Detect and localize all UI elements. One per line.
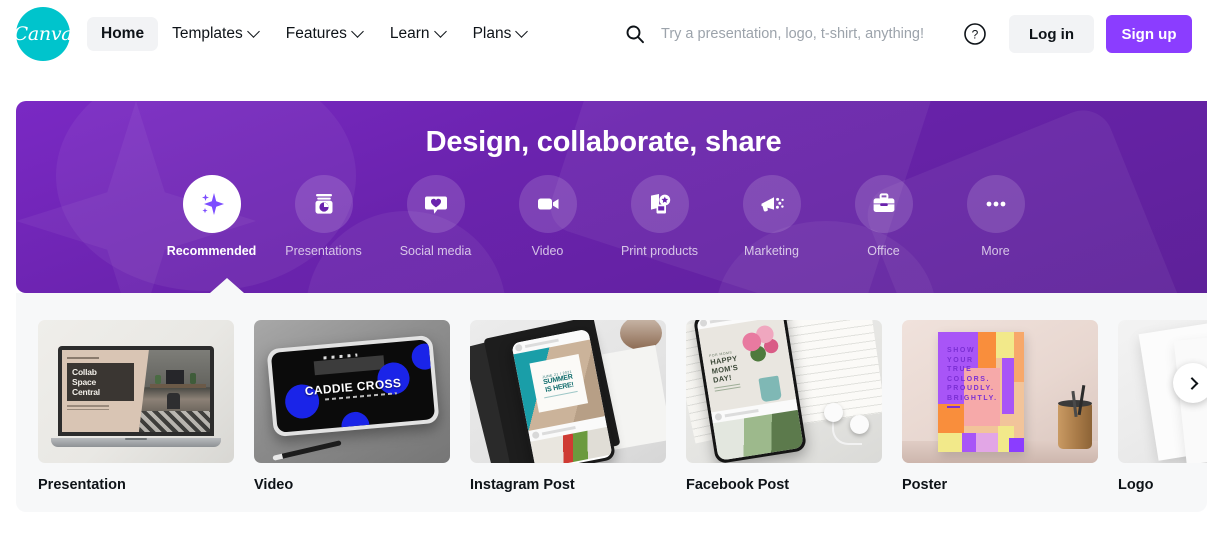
presentation-icon [315,194,332,214]
nav-item-learn[interactable]: Learn [376,17,459,51]
category-icon-wrapper [294,175,353,233]
login-button-label: Log in [1029,25,1074,43]
laptop-mockup: Collab Space Central [51,346,221,447]
poster-headline-line: TRUE [947,366,973,373]
template-card-label: Logo [1118,477,1154,493]
ellipsis-icon [986,201,1005,207]
category-icon-wrapper [854,175,913,233]
category-tab-label: Recommended [166,244,257,258]
canva-logo[interactable]: Canva [13,7,73,61]
search-icon [626,25,644,44]
category-icon-wrapper [406,175,465,233]
help-button[interactable]: ? [963,22,987,46]
template-card-logo[interactable]: Logo [1118,320,1207,493]
category-tab-label: More [981,244,1010,258]
category-tab-more[interactable]: More [940,175,1052,258]
poster-headline-line: COLORS. [947,375,991,383]
template-card-label: Instagram Post [470,477,575,493]
heart-bubble-icon [424,196,447,214]
video-camera-icon [537,198,558,210]
template-card-label: Video [254,477,294,493]
phone-mockup: CADDIE CROSS [266,334,440,438]
slide-title-line: Collab [72,367,97,377]
nav-item-plans[interactable]: Plans [459,17,541,51]
template-thumbnail: SHOW YOUR TRUE COLORS. PROUDLY. BRIGHTLY… [902,320,1098,463]
sparkle-icon [201,193,224,215]
template-thumbnail: FOR MOMS HAPPY MOM'S DAY! [686,320,882,463]
category-tab-label: Print products [620,244,699,258]
chevron-down-icon [246,24,260,38]
briefcase-icon [873,193,894,212]
site-header: Canva Home Templates Features Learn Plan… [0,0,1207,68]
category-tab-presentations[interactable]: Presentations [268,175,380,258]
category-icon-wrapper [630,175,689,233]
nav-item-home-label: Home [101,25,145,42]
category-tab-label: Presentations [285,244,362,258]
category-icon-wrapper [182,175,241,233]
earbuds-prop [824,403,876,449]
chevron-right-icon [1185,376,1198,390]
chevron-down-icon [351,24,364,38]
category-icon-wrapper [518,175,577,233]
megaphone-icon [761,197,784,212]
template-carousel: Collab Space Central Presentation CADDIE… [16,293,1207,512]
search-input[interactable]: Try a presentation, logo, t-shirt, anyth… [661,26,924,42]
category-icon-wrapper [742,175,801,233]
hero-banner: Design, collaborate, share Recommended P… [16,101,1207,293]
poster-headline-line: PROUDLY. [947,385,995,392]
template-card-poster[interactable]: SHOW YOUR TRUE COLORS. PROUDLY. BRIGHTLY… [902,320,1098,493]
category-tab-marketing[interactable]: Marketing [716,175,828,258]
pen-prop [272,440,342,461]
poster-headline-line: YOUR [947,356,974,364]
template-card-label: Presentation [38,477,126,493]
nav-item-home[interactable]: Home [87,17,159,51]
print-products-icon [650,194,670,214]
carousel-next-button[interactable] [1173,363,1207,403]
search-bar[interactable]: Try a presentation, logo, t-shirt, anyth… [625,18,935,50]
poster-mockup: SHOW YOUR TRUE COLORS. PROUDLY. BRIGHTLY… [938,332,1024,452]
category-tab-print-products[interactable]: Print products [604,175,716,258]
category-tab-label: Social media [399,244,472,258]
template-card-video[interactable]: CADDIE CROSS Video [254,320,450,493]
signup-button-label: Sign up [1121,25,1177,43]
category-icon-wrapper [966,175,1025,233]
template-card-instagram-post[interactable]: JUNE 21 / 2021 SUMMER IS HERE! Instagram… [470,320,666,493]
category-tab-recommended[interactable]: Recommended [156,175,268,258]
canva-logo-text: Canva [13,23,73,45]
active-tab-pointer [210,278,244,293]
category-tab-social-media[interactable]: Social media [380,175,492,258]
chevron-down-icon [515,24,529,38]
phone-mockup: FOR MOMS HAPPY MOM'S DAY! [692,320,808,463]
template-card-label: Poster [902,477,948,493]
poster-headline-line: BRIGHTLY. [947,394,998,402]
category-tab-office[interactable]: Office [828,175,940,258]
svg-text:?: ? [972,28,979,42]
nav-item-templates-label: Templates [172,25,243,42]
main-navigation: Home Templates Features Learn Plans [87,0,540,68]
nav-item-templates[interactable]: Templates [158,17,272,51]
category-tab-video[interactable]: Video [492,175,604,258]
poster-headline-line: SHOW [947,347,976,354]
hero-title: Design, collaborate, share [425,126,782,158]
slide-title-line: Central [72,387,100,397]
category-tabs: Recommended Presentations Social media V… [16,175,1191,258]
template-thumbnail: JUNE 21 / 2021 SUMMER IS HERE! [470,320,666,463]
template-card-presentation[interactable]: Collab Space Central Presentation [38,320,234,493]
slide-title-line: Space [72,377,97,387]
template-card-facebook-post[interactable]: FOR MOMS HAPPY MOM'S DAY! Facebook Post [686,320,882,493]
signup-button[interactable]: Sign up [1106,15,1192,53]
template-card-label: Facebook Post [686,477,790,493]
nav-item-features-label: Features [285,25,347,42]
nav-item-learn-label: Learn [389,25,430,42]
category-tab-label: Office [867,244,900,258]
template-thumbnail: CADDIE CROSS [254,320,450,463]
template-thumbnail: Collab Space Central [38,320,234,463]
category-tab-label: Video [531,244,564,258]
nav-item-features[interactable]: Features [272,17,376,51]
question-mark-icon: ? [964,23,986,45]
chevron-down-icon [433,24,447,38]
login-button[interactable]: Log in [1009,15,1094,53]
nav-item-plans-label: Plans [472,25,512,42]
category-tab-label: Marketing [744,244,799,258]
